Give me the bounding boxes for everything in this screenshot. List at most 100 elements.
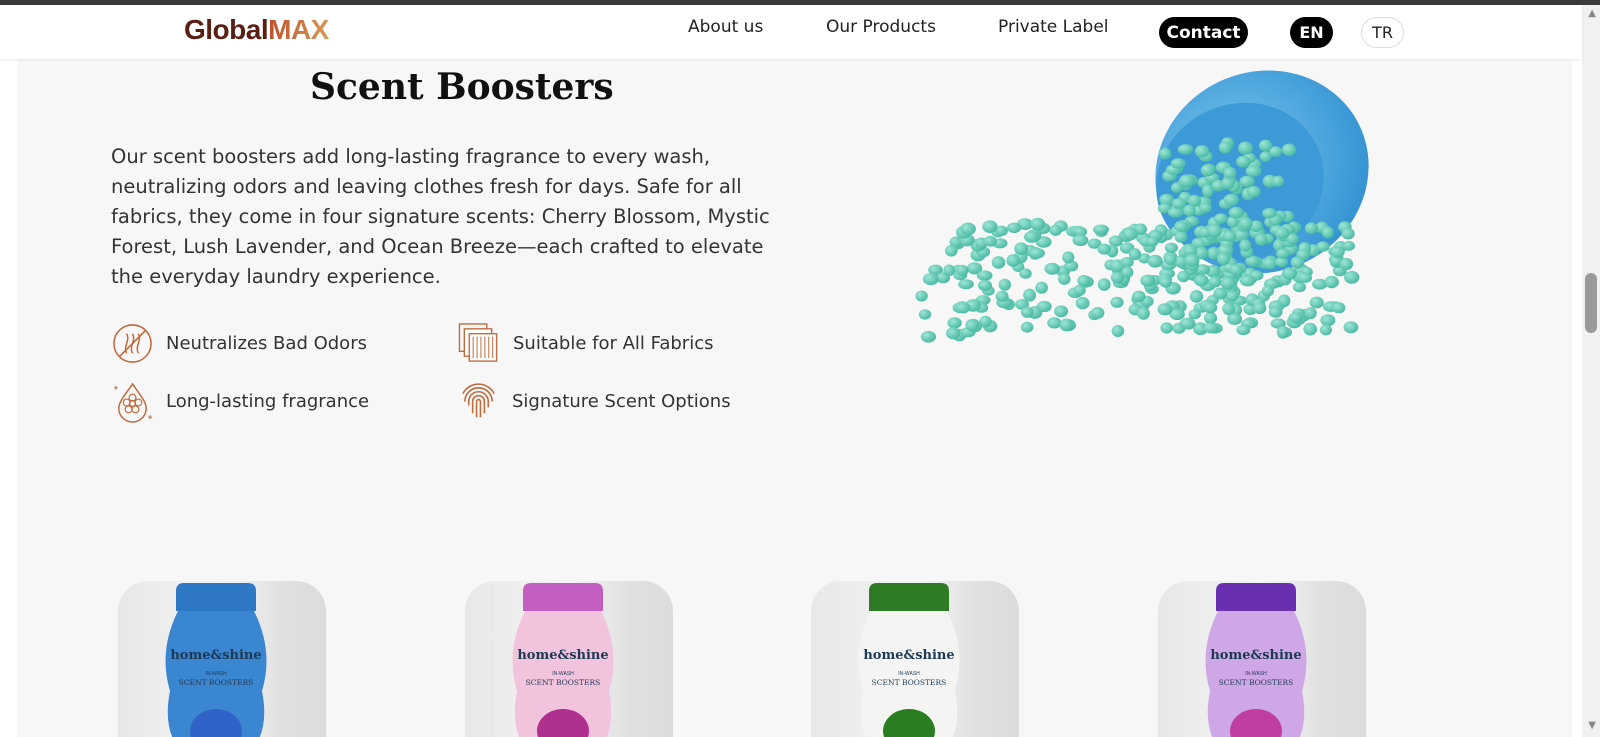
bead [1120,257,1134,268]
language-en-button[interactable]: EN [1290,17,1333,48]
bead [1236,324,1251,336]
bead [1220,177,1235,190]
bead [1075,296,1090,310]
product-card-lush-lavender[interactable]: home&shine IN-WASH SCENT BOOSTERS [1158,581,1366,737]
bead [1077,275,1091,287]
site-header: GlobalMAX About us Our Products Private … [0,5,1582,59]
bead [960,222,976,236]
bead [1157,303,1173,316]
product-card-mystic-forest[interactable]: home&shine IN-WASH SCENT BOOSTERS [811,581,1019,737]
bead [1200,164,1215,177]
bead [1274,226,1290,240]
bead [1093,224,1109,235]
product-bottle-image: home&shine IN-WASHSCENT BOOSTERS [512,583,614,737]
product-line1: IN-WASH [1245,671,1267,677]
bead [1304,307,1317,320]
bead [1167,207,1184,218]
logo[interactable]: GlobalMAX [184,14,329,46]
bead [1262,257,1277,270]
bead [1177,144,1194,155]
bead [1194,145,1210,158]
bead [1177,270,1190,283]
bead [1023,288,1036,302]
bead [1342,240,1355,251]
bead [1258,139,1273,152]
bead [1236,155,1251,168]
nav-our-products[interactable]: Our Products [826,17,936,37]
section-title: Scent Boosters [310,66,614,108]
bead [918,309,932,320]
language-tr-button[interactable]: TR [1361,17,1404,48]
scent-beads-bowl-image [915,70,1369,343]
product-brand: home&shine [517,648,608,663]
bead [1090,307,1105,319]
feature-all-fabrics: Suitable for All Fabrics [457,322,714,365]
bead [1324,275,1339,289]
bead [1058,273,1071,285]
bead [1303,322,1317,336]
bead [1030,217,1046,231]
bead [1097,243,1112,255]
bead [920,331,936,343]
scroll-down-arrow-icon[interactable]: ▼ [1588,720,1596,731]
bead [1122,227,1138,241]
bead [995,290,1009,302]
contact-button[interactable]: Contact [1159,17,1248,48]
bead [1183,204,1196,217]
bead [1036,300,1052,313]
bead [965,319,979,331]
product-line2: SCENT BOOSTERS [1219,678,1294,687]
bead [1132,290,1146,303]
feature-neutralizes-odors: Neutralizes Bad Odors [111,322,367,365]
logo-text-max: MAX [268,14,329,45]
bead [1208,276,1222,288]
bead [1321,226,1334,239]
bead [1072,234,1089,246]
bead [1174,231,1188,243]
feature-label: Neutralizes Bad Odors [166,333,367,354]
bead [1014,242,1029,255]
bead [1097,278,1111,291]
bead [1217,252,1231,266]
bead [1254,233,1268,246]
bead [922,273,939,286]
scroll-up-arrow-icon[interactable]: ▲ [1588,8,1596,19]
bead [1268,306,1283,318]
bead [983,236,997,247]
bead [1193,274,1209,287]
bead [1214,213,1228,224]
product-bottle-image: home&shine IN-WASHSCENT BOOSTERS [165,583,267,737]
bead [1276,248,1290,259]
bead [1146,236,1159,247]
bead [1238,141,1253,155]
nav-private-label[interactable]: Private Label [998,17,1109,37]
product-bottle-image: home&shine IN-WASHSCENT BOOSTERS [858,583,960,737]
bead [1164,254,1177,265]
product-line1: IN-WASH [898,671,920,677]
bead [1223,193,1239,206]
bead [1316,241,1330,252]
bead [1330,246,1345,258]
bead [1343,321,1359,334]
bead [1239,275,1256,287]
product-card-cherry-blossom[interactable]: home&shine IN-WASH SCENT BOOSTERS [465,581,673,737]
bead [1227,313,1243,325]
scrollbar-thumb[interactable] [1585,273,1597,333]
bead [1044,262,1060,275]
bead [1239,175,1255,188]
bead [1201,184,1214,198]
bead [1339,257,1354,271]
bead [1297,272,1312,283]
bead [1229,264,1243,276]
product-card-ocean-breeze[interactable]: home&shine IN-WASH SCENT BOOSTERS [118,581,326,737]
bead [1204,311,1217,325]
page-scrollbar[interactable] [1582,5,1600,737]
bead [1184,254,1200,267]
bead [1262,208,1277,219]
bead [1213,287,1228,300]
nav-about-us[interactable]: About us [688,17,763,37]
bottle-cap [176,583,256,611]
bead [1171,198,1186,209]
bead [1245,165,1262,177]
bead [1059,318,1074,332]
